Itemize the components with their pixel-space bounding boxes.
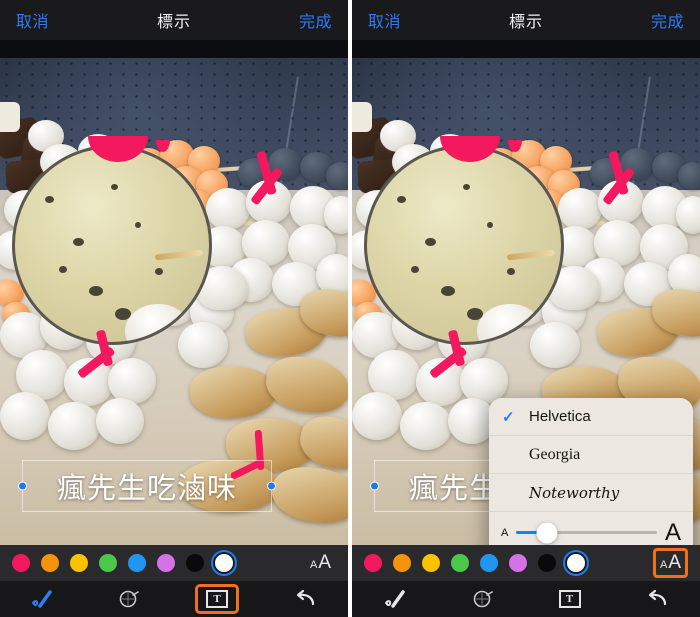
signature-pen-tool[interactable] [23, 585, 63, 613]
signature-pen-icon [384, 590, 405, 608]
font-option-label: Helvetica [529, 408, 591, 425]
text-size-button[interactable]: A A [305, 550, 336, 576]
color-swatch-violet[interactable] [509, 554, 527, 572]
text-box-icon: T [206, 590, 228, 608]
color-swatch-violet[interactable] [157, 554, 175, 572]
font-size-slider[interactable] [516, 522, 657, 543]
text-annotation-caption: 瘋先生吃滷味 [56, 473, 237, 505]
left-panel: 取消 標示 完成 瘋先生吃滷味 A A T [0, 0, 348, 617]
text-size-large-a: A [668, 552, 681, 573]
text-resize-handle-left[interactable] [18, 481, 27, 491]
pink-check-mark-1[interactable] [250, 145, 318, 206]
font-option-noteworthy[interactable]: Noteworthy [489, 474, 693, 512]
text-resize-handle-left-right[interactable] [370, 481, 379, 491]
text-size-large-a: A [318, 552, 331, 573]
pink-check-mark-2[interactable] [76, 328, 156, 379]
photo-top-dark-band-right [352, 40, 700, 60]
signature-pen-icon [32, 590, 52, 608]
done-button-right[interactable]: 完成 [651, 8, 684, 32]
color-swatch-pink[interactable] [364, 554, 382, 572]
color-swatch-white[interactable] [215, 554, 233, 572]
color-swatch-black[interactable] [538, 554, 556, 572]
magnifier-icon [473, 590, 493, 608]
pink-check-mark-2-right[interactable] [428, 328, 508, 379]
font-size-slider-row: A A [489, 512, 693, 546]
text-annotation-box[interactable]: 瘋先生吃滷味 [18, 460, 276, 512]
text-size-small-a: A [659, 559, 668, 571]
magnifier-annotation[interactable] [12, 145, 212, 345]
font-options-popup: ✓ Helvetica Georgia Noteworthy A A [489, 398, 693, 545]
cancel-button[interactable]: 取消 [16, 8, 49, 32]
magnifier-tool-right[interactable] [463, 585, 503, 613]
font-size-min-label: A [501, 526, 509, 539]
page-title: 標示 [156, 14, 191, 31]
color-palette-bar-right: A A [352, 545, 700, 581]
color-swatch-yellow[interactable] [70, 554, 88, 572]
cancel-button-right[interactable]: 取消 [368, 8, 401, 32]
pink-check-mark-1-right[interactable] [602, 145, 670, 206]
markup-toolbar-right: T [352, 581, 700, 617]
text-size-button-right[interactable]: A A [652, 548, 688, 578]
font-option-helvetica[interactable]: ✓ Helvetica [489, 398, 693, 436]
color-swatch-orange[interactable] [393, 554, 411, 572]
text-box-tool-right[interactable]: T [550, 585, 590, 613]
text-box-tool[interactable]: T [195, 584, 239, 614]
magnifier-tool[interactable] [109, 585, 149, 613]
color-swatch-yellow[interactable] [422, 554, 440, 572]
font-option-georgia[interactable]: Georgia [489, 436, 693, 474]
right-panel: 取消 標示 完成 ✓ Helvetica Georgia Noteworthy … [352, 0, 700, 617]
color-swatch-blue[interactable] [128, 554, 146, 572]
color-swatch-list-right [364, 554, 585, 572]
undo-icon [296, 589, 315, 606]
photo-canvas-right[interactable]: 瘋先生吃滷味 ✓ Helvetica Georgia Noteworthy A [352, 40, 700, 545]
page-title-right: 標示 [508, 14, 543, 31]
text-size-small-a: A [309, 559, 318, 571]
font-size-max-label: A [664, 518, 681, 546]
font-option-label: Noteworthy [529, 483, 620, 502]
color-swatch-list [12, 554, 233, 572]
font-option-label: Georgia [529, 445, 581, 463]
navigation-bar-right: 取消 標示 完成 [352, 0, 700, 40]
check-icon: ✓ [502, 408, 515, 426]
font-size-slider-thumb[interactable] [536, 522, 558, 543]
undo-tool-right[interactable] [637, 585, 677, 613]
navigation-bar: 取消 標示 完成 [0, 0, 348, 40]
magnifier-icon [119, 590, 139, 608]
color-swatch-blue[interactable] [480, 554, 498, 572]
magnifier-annotation-right[interactable] [364, 145, 564, 345]
photo-top-dark-band [0, 40, 348, 60]
undo-icon [648, 589, 666, 606]
dual-screenshot-comparison: 取消 標示 完成 瘋先生吃滷味 A A T 取消 標示 完成 ✓ Helveti… [0, 0, 700, 617]
color-swatch-pink[interactable] [12, 554, 30, 572]
done-button[interactable]: 完成 [299, 8, 332, 32]
markup-toolbar: T [0, 581, 348, 617]
color-swatch-black[interactable] [186, 554, 204, 572]
photo-canvas[interactable]: 瘋先生吃滷味 [0, 40, 348, 545]
photo-white-corner-block-right [352, 102, 372, 132]
undo-tool[interactable] [285, 585, 325, 613]
photo-white-corner-block [0, 102, 20, 132]
text-box-icon: T [558, 590, 581, 608]
color-swatch-green[interactable] [451, 554, 469, 572]
signature-pen-tool-right[interactable] [376, 585, 416, 613]
text-resize-handle-right[interactable] [267, 481, 276, 491]
color-swatch-orange[interactable] [41, 554, 59, 572]
color-swatch-white[interactable] [567, 554, 585, 572]
color-palette-bar: A A [0, 545, 348, 581]
color-swatch-green[interactable] [99, 554, 117, 572]
